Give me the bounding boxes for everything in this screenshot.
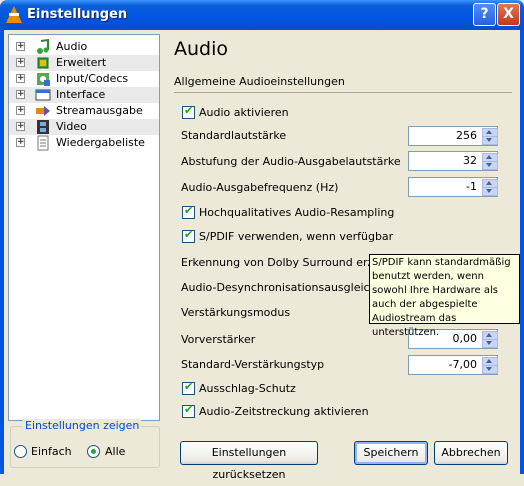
spinbox-value: 256 xyxy=(456,129,477,142)
radio-alle-label: Alle xyxy=(105,445,126,458)
tree-item-erweitert[interactable]: + Erweitert xyxy=(9,55,159,71)
tree-label: Input/Codecs xyxy=(56,72,129,85)
expand-icon[interactable]: + xyxy=(16,122,25,131)
spinbox-value: 32 xyxy=(463,154,477,167)
expand-icon[interactable]: + xyxy=(16,42,25,51)
separator xyxy=(174,92,512,93)
tree-label: Audio xyxy=(56,40,88,53)
default-gain-label: Standard-Verstärkungstyp xyxy=(181,358,325,371)
spin-down-arrow-icon[interactable] xyxy=(482,365,498,374)
film-icon xyxy=(37,120,49,134)
expand-icon[interactable]: + xyxy=(16,74,25,83)
tree-label: Streamausgabe xyxy=(56,104,143,117)
checkmark-icon: ✔ xyxy=(184,228,194,241)
spin-down-arrow-icon[interactable] xyxy=(482,161,498,170)
expand-icon[interactable]: + xyxy=(16,138,25,147)
spin-down-arrow-icon[interactable] xyxy=(482,339,498,348)
checkmark-icon: ✔ xyxy=(184,380,194,393)
spinbox-value: 0,00 xyxy=(452,332,478,345)
save-button[interactable]: Speichern xyxy=(354,441,428,465)
enable-audio-label: Audio aktivieren xyxy=(199,106,289,119)
category-tree[interactable]: + Audio + Erweitert + Input/Codecs + Int… xyxy=(8,34,160,421)
stream-icon xyxy=(36,106,50,116)
default-volume-label: Standardlautstärke xyxy=(181,129,287,142)
preamp-label: Vorverstärker xyxy=(181,333,256,346)
vlc-cone-icon xyxy=(6,6,22,23)
tree-item-streamausgabe[interactable]: + Streamausgabe xyxy=(9,103,159,119)
checkmark-icon: ✔ xyxy=(184,204,194,217)
chip-icon xyxy=(37,57,49,69)
radio-alle[interactable] xyxy=(87,445,100,458)
dolby-label: Erkennung von Dolby Surround erzwing xyxy=(181,256,400,269)
page-title: Audio xyxy=(174,38,229,60)
enable-audio-checkbox[interactable]: ✔ xyxy=(182,104,195,119)
tree-item-input-codecs[interactable]: + Input/Codecs xyxy=(9,71,159,87)
playlist-icon xyxy=(37,135,49,151)
cancel-button[interactable]: Abbrechen xyxy=(434,441,508,465)
clipping-checkbox[interactable]: ✔ xyxy=(182,380,195,395)
section-subtitle: Allgemeine Audioeinstellungen xyxy=(174,75,345,88)
checkmark-icon: ✔ xyxy=(184,104,194,117)
spdif-checkbox[interactable]: ✔ xyxy=(182,228,195,243)
hq-resampling-checkbox[interactable]: ✔ xyxy=(182,204,195,219)
title-bar[interactable]: Einstellungen ? X xyxy=(0,0,524,30)
show-settings-title: Einstellungen zeigen xyxy=(23,419,142,432)
spin-down-arrow-icon[interactable] xyxy=(482,136,498,145)
volume-step-spinbox[interactable]: 32 xyxy=(408,151,498,171)
reset-button[interactable]: Einstellungen zurücksetzen xyxy=(180,441,318,481)
tree-label: Interface xyxy=(56,88,106,101)
window-frame-left xyxy=(0,30,4,474)
window-frame-right xyxy=(520,30,524,474)
clipping-label: Ausschlag-Schutz xyxy=(199,382,296,395)
interface-icon xyxy=(35,89,51,101)
close-button[interactable]: X xyxy=(497,3,520,26)
hq-resampling-label: Hochqualitatives Audio-Resampling xyxy=(199,206,395,219)
tree-item-interface[interactable]: + Interface xyxy=(9,87,159,103)
default-volume-spinbox[interactable]: 256 xyxy=(408,126,498,146)
codec-icon xyxy=(37,73,50,86)
radio-einfach-label: Einfach xyxy=(31,445,72,458)
spin-down-arrow-icon[interactable] xyxy=(482,187,498,196)
default-gain-spinbox[interactable]: -7,00 xyxy=(408,355,498,375)
tree-item-wiedergabeliste[interactable]: + Wiedergabeliste xyxy=(9,135,159,151)
tree-label: Video xyxy=(56,120,87,133)
music-note-icon xyxy=(37,39,49,54)
output-rate-label: Audio-Ausgabefrequenz (Hz) xyxy=(181,181,339,194)
tree-item-audio[interactable]: + Audio xyxy=(9,39,159,55)
checkmark-icon: ✔ xyxy=(184,403,194,416)
expand-icon[interactable]: + xyxy=(16,90,25,99)
desync-label: Audio-Desynchronisationsausgleich xyxy=(181,281,377,294)
radio-selected-dot xyxy=(91,449,96,454)
spinbox-value: -1 xyxy=(466,180,477,193)
radio-einfach[interactable] xyxy=(14,445,27,458)
output-rate-spinbox[interactable]: -1 xyxy=(408,177,498,197)
expand-icon[interactable]: + xyxy=(16,58,25,67)
spinbox-value: -7,00 xyxy=(448,358,477,371)
gain-mode-label: Verstärkungsmodus xyxy=(181,306,291,319)
window-title: Einstellungen xyxy=(27,7,128,22)
spdif-label: S/PDIF verwenden, wenn verfügbar xyxy=(199,230,394,243)
spdif-tooltip: S/PDIF kann standardmäßig benutzt werden… xyxy=(369,254,520,338)
help-button[interactable]: ? xyxy=(473,3,496,26)
time-stretch-checkbox[interactable]: ✔ xyxy=(182,403,195,418)
expand-icon[interactable]: + xyxy=(16,106,25,115)
time-stretch-label: Audio-Zeitstreckung aktivieren xyxy=(199,405,369,418)
tree-label: Erweitert xyxy=(56,56,107,69)
tree-label: Wiedergabeliste xyxy=(56,136,145,149)
volume-step-label: Abstufung der Audio-Ausgabelautstärke xyxy=(181,155,401,168)
tree-item-video[interactable]: + Video xyxy=(9,119,159,135)
